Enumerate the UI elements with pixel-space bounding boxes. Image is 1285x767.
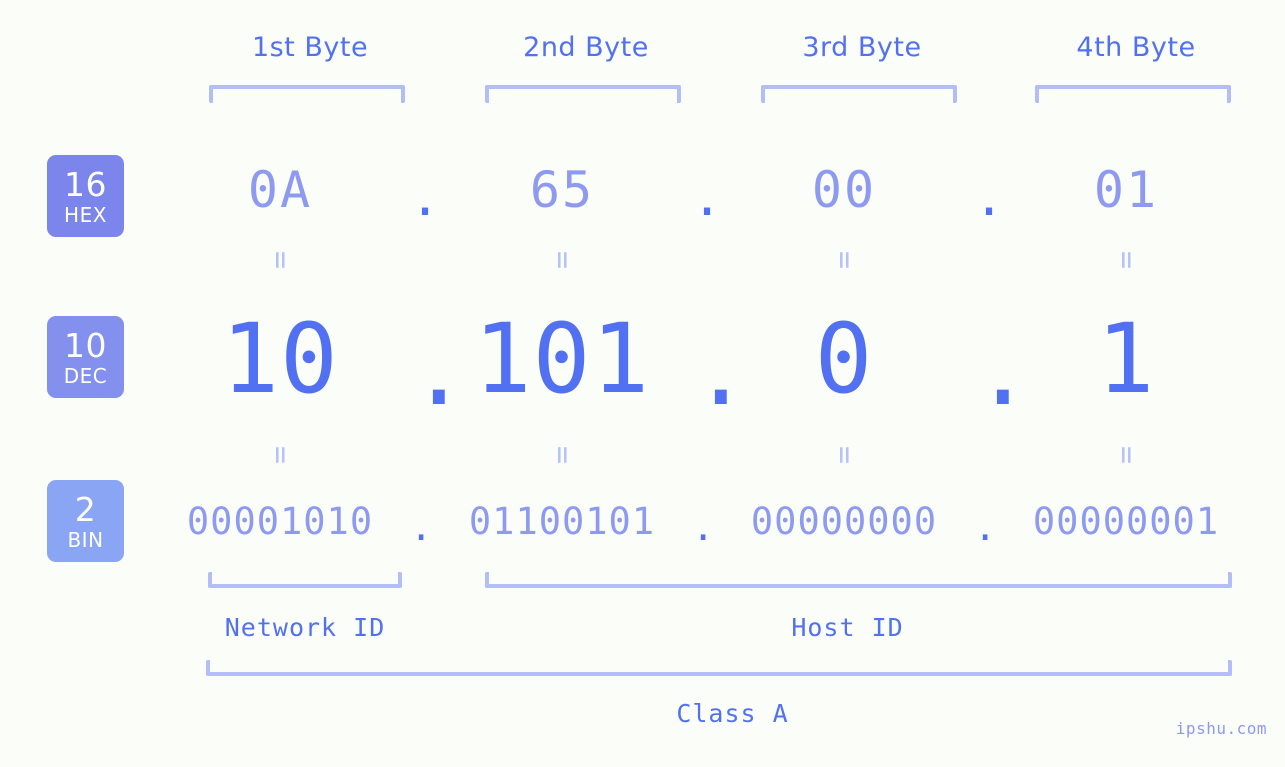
base-badge-hex-abbr: HEX — [64, 202, 107, 227]
equality-spacer — [410, 245, 432, 275]
base-badge-bin: 2 BIN — [47, 480, 124, 562]
host-id-label: Host ID — [791, 613, 904, 642]
hex-separator-2: . — [692, 169, 723, 227]
bin-byte-1: 00001010 — [186, 499, 374, 543]
byte-header-3: 3rd Byte — [802, 32, 922, 63]
bin-byte-3: 00000000 — [750, 499, 938, 543]
host-id-bracket — [485, 572, 1232, 588]
byte-bracket-4 — [1035, 85, 1231, 103]
byte-header-2: 2nd Byte — [523, 32, 649, 63]
bin-separator-1: . — [410, 505, 433, 549]
watermark: ipshu.com — [1175, 719, 1267, 738]
byte-header-1: 1st Byte — [251, 32, 369, 63]
base-badge-bin-number: 2 — [74, 489, 97, 529]
equality-spacer — [410, 440, 432, 470]
network-id-label: Network ID — [224, 613, 386, 642]
bin-byte-4: 00000001 — [1032, 499, 1220, 543]
equality-spacer — [692, 245, 714, 275]
byte-bracket-2 — [485, 85, 681, 103]
byte-bracket-3 — [761, 85, 957, 103]
base-badge-dec: 10 DEC — [47, 316, 124, 398]
dec-separator-2: . — [692, 315, 750, 427]
equality-spacer — [974, 245, 996, 275]
hex-separator-1: . — [410, 169, 441, 227]
hex-separator-3: . — [974, 169, 1005, 227]
bin-value-row: 00001010 . 01100101 . 00000000 . 0000000… — [150, 490, 1280, 552]
equality-marks-dec-bin: = = = = — [150, 440, 1280, 470]
equality-spacer — [692, 440, 714, 470]
equality-marks-hex-dec: = = = = — [150, 245, 1280, 275]
byte-bracket-1 — [209, 85, 405, 103]
bin-separator-2: . — [692, 505, 715, 549]
byte-header-4: 4th Byte — [1076, 32, 1196, 63]
base-badge-dec-number: 10 — [64, 325, 107, 365]
network-id-bracket — [208, 572, 402, 588]
base-badge-dec-abbr: DEC — [63, 363, 108, 388]
base-badge-hex-number: 16 — [64, 164, 107, 204]
bin-byte-2: 01100101 — [468, 499, 656, 543]
dec-separator-1: . — [410, 315, 468, 427]
class-bracket — [206, 660, 1232, 676]
ip-breakdown-diagram: 1st Byte 2nd Byte 3rd Byte 4th Byte 16 H… — [0, 0, 1285, 767]
base-badge-hex: 16 HEX — [47, 155, 124, 237]
bin-separator-3: . — [974, 505, 997, 549]
base-badge-bin-abbr: BIN — [67, 527, 104, 552]
class-label: Class A — [676, 699, 789, 728]
dec-separator-3: . — [974, 315, 1032, 427]
equality-spacer — [974, 440, 996, 470]
